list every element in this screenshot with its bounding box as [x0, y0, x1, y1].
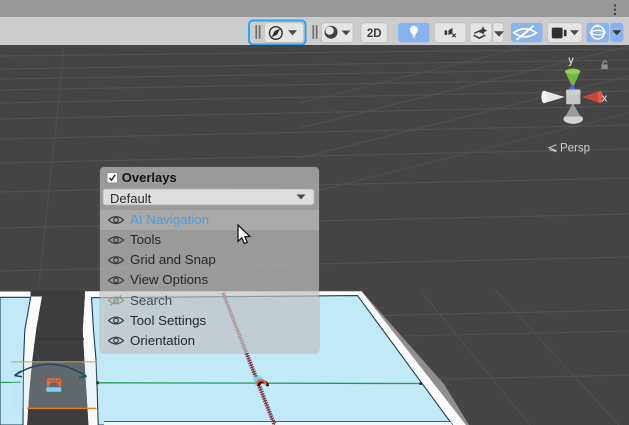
svg-text:Persp: Persp — [560, 143, 590, 155]
svg-text:x: x — [602, 93, 608, 105]
svg-text:y: y — [568, 55, 574, 67]
svg-text:2D: 2D — [367, 28, 382, 40]
